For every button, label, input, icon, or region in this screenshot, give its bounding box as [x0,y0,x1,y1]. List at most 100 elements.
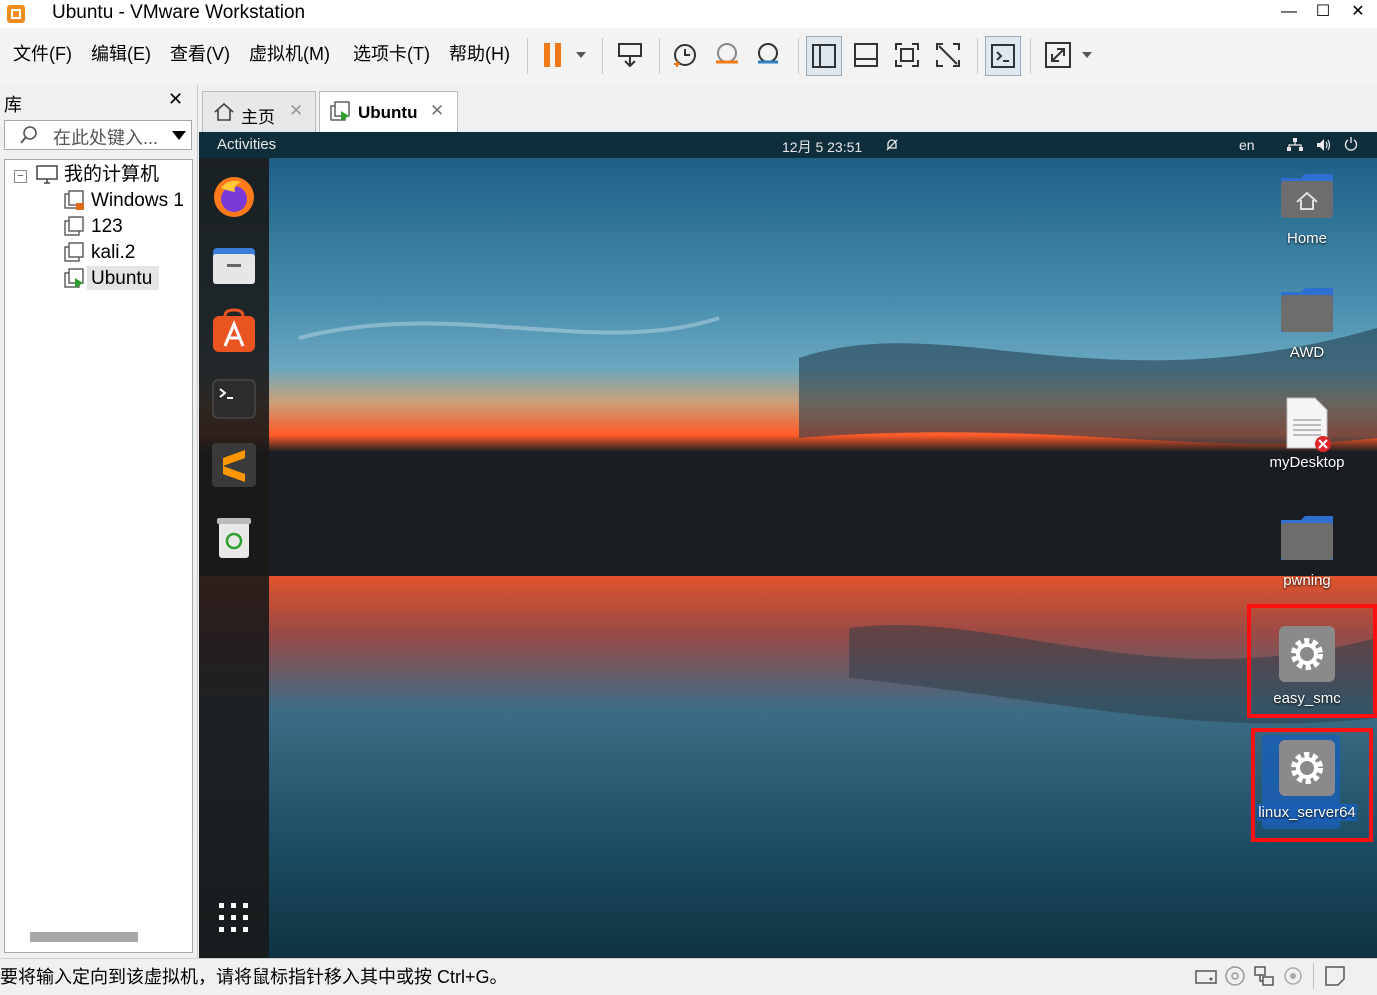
activities-button[interactable]: Activities [217,136,276,153]
show-applications-icon[interactable] [218,902,250,934]
computer-icon [36,165,58,184]
power-icon[interactable] [1344,137,1358,151]
folder-icon [1281,288,1333,332]
volume-icon[interactable] [1316,138,1332,152]
sound-card-icon[interactable] [1282,965,1304,987]
toolbar-separator [977,38,978,74]
show-library-button[interactable] [806,36,842,76]
vm-console[interactable]: Activities 12月 5 23:51 en Home AWD myDes… [199,132,1377,958]
menu-file[interactable]: 文件(F) [13,43,72,65]
search-icon [20,126,37,144]
library-view-icon [812,44,836,68]
tab-ubuntu[interactable]: Ubuntu ✕ [319,91,458,133]
full-screen-icon[interactable] [892,40,922,70]
thumbnail-bar-icon[interactable] [851,40,881,70]
tree-item-vm[interactable]: kali.2 [91,241,135,265]
menu-view[interactable]: 查看(V) [170,43,230,65]
tree-item-vm-selected[interactable]: Ubuntu [91,267,152,291]
desktop-icon-awd[interactable]: AWD [1257,286,1357,361]
clock[interactable]: 12月 5 23:51 [782,137,862,157]
input-language-indicator[interactable]: en [1239,137,1255,153]
terminal-icon [991,44,1015,68]
pause-icon[interactable] [538,40,568,70]
status-bar: 要将输入定向到该虚拟机，请将鼠标指针移入其中或按 Ctrl+G。 [0,958,1377,995]
library-horizontal-scrollbar[interactable] [30,932,138,942]
trash-icon[interactable] [211,514,257,560]
window-title: Ubuntu - VMware Workstation [52,2,306,23]
tree-item-vm[interactable]: Windows 1 [91,189,184,213]
message-log-icon[interactable] [1324,965,1346,987]
menu-help[interactable]: 帮助(H) [449,43,510,65]
tree-item-vm[interactable]: 123 [91,215,123,239]
toolbar-separator [527,38,528,74]
vm-icon [64,216,84,236]
desktop-icon-label: linux_server64 [1257,804,1357,821]
close-window-button[interactable]: ✕ [1341,0,1375,26]
library-close-button[interactable]: ✕ [168,89,183,110]
home-icon [214,102,234,121]
firefox-icon[interactable] [211,174,257,220]
network-adapter-icon[interactable] [1253,965,1275,987]
gear-icon [1279,626,1335,682]
network-icon[interactable] [1287,138,1303,152]
tree-collapse-toggle[interactable]: − [14,170,27,183]
notifications-muted-icon [886,139,898,151]
folder-icon [1281,516,1333,560]
terminal-app-icon[interactable] [211,376,257,422]
library-tree: − 我的计算机 Windows 1 123 kali.2 Ubuntu [4,159,193,953]
tab-ubuntu-close-button[interactable]: ✕ [430,101,444,121]
snapshot-manager-icon[interactable] [753,40,783,70]
unity-mode-icon[interactable] [933,40,963,70]
search-placeholder: 在此处键入... [53,128,159,148]
tab-home[interactable]: 主页 ✕ [202,91,316,132]
files-icon[interactable] [211,242,257,288]
status-message: 要将输入定向到该虚拟机，请将鼠标指针移入其中或按 Ctrl+G。 [0,967,508,987]
menu-tabs[interactable]: 选项卡(T) [353,43,430,65]
revert-snapshot-icon[interactable] [712,40,742,70]
desktop-icon-label: myDesktop [1269,454,1345,471]
desktop-icon-pwning[interactable]: pwning [1257,514,1357,589]
desktop-icon-label: easy_smc [1273,690,1341,707]
snapshot-icon[interactable] [670,40,700,70]
desktop-icon-easy-smc[interactable]: easy_smc [1257,626,1357,707]
app-center-icon[interactable] [211,308,257,354]
gear-icon [1279,740,1335,796]
vm-running-icon [330,101,350,121]
desktop-wallpaper [199,158,1377,958]
menu-edit[interactable]: 编辑(E) [91,43,151,65]
tab-home-label: 主页 [241,108,275,127]
broken-file-icon [1286,397,1331,452]
toolbar-separator [1030,38,1031,74]
tab-home-close-button[interactable]: ✕ [289,101,303,121]
vm-running-icon [64,268,84,288]
search-dropdown-chevron-icon[interactable] [171,130,187,141]
maximize-button[interactable]: ☐ [1306,0,1340,26]
status-separator [1313,963,1314,989]
menu-vm[interactable]: 虚拟机(M) [249,43,330,65]
vm-icon [64,242,84,262]
pause-dropdown-chevron-icon[interactable] [574,50,588,60]
home-folder-icon [1281,174,1333,218]
toolbar-separator [659,38,660,74]
stretch-guest-icon[interactable] [1043,40,1073,70]
minimize-button[interactable]: — [1272,0,1306,26]
toolbar-separator [798,38,799,74]
library-panel: 库 ✕ 在此处键入... − 我的计算机 Windows 1 123 kali.… [0,85,198,958]
title-bar: Ubuntu - VMware Workstation — ☐ ✕ [0,0,1377,28]
desktop-icon-label: AWD [1289,344,1325,361]
stretch-dropdown-chevron-icon[interactable] [1080,50,1094,60]
send-ctrl-alt-del-icon[interactable] [615,40,645,70]
console-view-button[interactable] [985,36,1021,76]
sublime-text-icon[interactable] [211,442,257,488]
hard-disk-icon[interactable] [1195,965,1217,987]
vm-locked-icon [64,190,84,210]
desktop-icon-label: Home [1286,230,1327,247]
library-search-input[interactable]: 在此处键入... [4,120,192,150]
gnome-top-bar: Activities 12月 5 23:51 en [199,132,1377,158]
vmware-logo-icon [7,5,25,23]
desktop-icon-linux-server64[interactable]: linux_server64 [1257,740,1357,821]
cd-dvd-icon[interactable] [1224,965,1246,987]
desktop-icon-mydesktop[interactable]: myDesktop [1257,396,1357,471]
tree-root-my-computer[interactable]: 我的计算机 [64,163,159,187]
desktop-icon-home[interactable]: Home [1257,172,1357,247]
